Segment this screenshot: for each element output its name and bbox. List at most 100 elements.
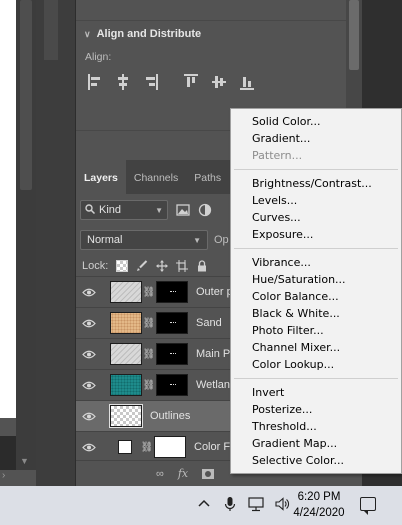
menu-separator [234, 378, 398, 379]
layer-name[interactable]: Wetlan [196, 379, 230, 391]
align-horizontal-centers-icon[interactable] [116, 74, 130, 90]
layer-thumbnail[interactable] [110, 312, 142, 334]
menu-item[interactable]: Curves... [252, 211, 301, 224]
align-buttons [88, 74, 254, 90]
layer-name[interactable]: Outer p [196, 286, 233, 298]
link-chain-icon[interactable]: ⛓ [140, 442, 154, 453]
network-icon[interactable] [248, 496, 264, 512]
lock-all-icon[interactable] [196, 260, 208, 272]
menu-item[interactable]: Hue/Saturation... [252, 273, 346, 286]
filter-kind-value: Kind [99, 204, 122, 216]
lock-label: Lock: [82, 260, 109, 272]
notification-icon[interactable] [360, 497, 376, 515]
lock-transparent-pixels-icon[interactable] [116, 260, 129, 272]
blend-mode-select[interactable]: Normal ▼ [80, 230, 208, 250]
eye-icon[interactable] [76, 288, 102, 297]
layer-filter-row: Kind ▼ [80, 200, 212, 220]
menu-item[interactable]: Brightness/Contrast... [252, 177, 372, 190]
menu-item[interactable]: Gradient Map... [252, 437, 337, 450]
align-vertical-centers-icon[interactable] [212, 74, 226, 90]
fx-icon[interactable]: fx [178, 467, 188, 480]
layer-name[interactable]: Sand [196, 317, 222, 329]
menu-item[interactable]: Photo Filter... [252, 324, 324, 337]
layer-thumbnail[interactable] [109, 404, 143, 428]
add-mask-icon[interactable] [202, 468, 215, 479]
eye-icon[interactable] [76, 350, 102, 359]
menu-item[interactable]: Color Balance... [252, 290, 339, 303]
chevron-right-icon[interactable]: › [2, 470, 18, 481]
adjustment-filter-icon[interactable] [198, 203, 212, 217]
menu-item[interactable]: Gradient... [252, 132, 310, 145]
menu-item[interactable]: Channel Mixer... [252, 341, 340, 354]
layer-thumbnail[interactable] [110, 374, 142, 396]
menu-separator [234, 248, 398, 249]
canvas-vertical-scrollbar[interactable]: ▼ [16, 0, 36, 470]
clock-date: 4/24/2020 [293, 507, 345, 519]
layer-thumbnail[interactable] [110, 343, 142, 365]
chevron-down-icon[interactable]: ∨ [84, 29, 91, 40]
scrollbar-thumb[interactable] [349, 0, 359, 70]
chevron-down-icon: ▼ [155, 205, 163, 215]
filter-kind-select[interactable]: Kind ▼ [80, 200, 168, 220]
scrollbar-thumb[interactable] [20, 0, 32, 190]
layer-mask-thumbnail[interactable] [156, 343, 188, 365]
panel-gutter [36, 0, 76, 486]
scroll-down-arrow-icon[interactable]: ▼ [20, 456, 29, 466]
eye-icon[interactable] [76, 319, 102, 328]
system-tray [196, 496, 290, 512]
eye-icon[interactable] [76, 412, 102, 421]
blend-row: Normal ▼ Op [80, 230, 229, 250]
menu-item[interactable]: Solid Color... [252, 115, 321, 128]
canvas-area[interactable] [0, 0, 16, 418]
layer-name[interactable]: Color Fi [194, 441, 233, 453]
pixel-filter-icon[interactable] [176, 203, 190, 217]
opacity-label: Op [214, 234, 229, 246]
adjustment-layer-menu: Solid Color... Gradient... Pattern... Brigh… [230, 108, 402, 474]
lock-artboard-icon[interactable] [176, 260, 189, 272]
menu-item[interactable]: Black & White... [252, 307, 340, 320]
lock-position-icon[interactable] [156, 260, 169, 272]
align-left-edges-icon[interactable] [88, 74, 102, 90]
align-top-edges-icon[interactable] [184, 74, 198, 90]
link-chain-icon[interactable]: ⛓ [142, 349, 156, 360]
menu-item[interactable]: Color Lookup... [252, 358, 334, 371]
search-icon [85, 203, 96, 217]
eye-icon[interactable] [76, 381, 102, 390]
layer-thumbnail[interactable] [118, 440, 132, 454]
layer-name[interactable]: Main P [196, 348, 230, 360]
layer-mask-thumbnail[interactable] [156, 374, 188, 396]
canvas-dark-edge [0, 436, 16, 470]
layer-name[interactable]: Outlines [150, 410, 190, 422]
lock-image-pixels-icon[interactable] [136, 260, 148, 272]
chevron-up-icon[interactable] [196, 496, 212, 512]
align-bottom-edges-icon[interactable] [240, 74, 254, 90]
tab-paths[interactable]: Paths [186, 160, 229, 194]
layer-mask-thumbnail[interactable] [156, 281, 188, 303]
divider [76, 20, 346, 21]
tab-layers[interactable]: Layers [76, 160, 126, 194]
link-chain-icon[interactable]: ⛓ [142, 287, 156, 298]
menu-item[interactable]: Posterize... [252, 403, 312, 416]
link-chain-icon[interactable]: ⛓ [142, 380, 156, 391]
menu-item[interactable]: Vibrance... [252, 256, 311, 269]
system-clock[interactable]: 6:20 PM 4/24/2020 [288, 489, 350, 521]
menu-separator [234, 169, 398, 170]
align-label: Align: [85, 51, 112, 63]
link-layers-icon[interactable]: ∞ [156, 468, 164, 480]
tab-channels[interactable]: Channels [126, 160, 186, 194]
align-distribute-title: Align and Distribute [96, 28, 202, 40]
align-right-edges-icon[interactable] [144, 74, 158, 90]
layer-mask-thumbnail[interactable] [156, 312, 188, 334]
menu-item[interactable]: Invert [252, 386, 284, 399]
microphone-icon[interactable] [222, 496, 238, 512]
lock-row: Lock: [82, 260, 208, 272]
layer-thumbnail[interactable] [110, 281, 142, 303]
link-chain-icon[interactable]: ⛓ [142, 318, 156, 329]
menu-item[interactable]: Threshold... [252, 420, 317, 433]
eye-icon[interactable] [76, 443, 102, 452]
layer-mask-thumbnail[interactable] [154, 436, 186, 458]
menu-item[interactable]: Selective Color... [252, 454, 344, 467]
align-distribute-header[interactable]: ∨ Align and Distribute [84, 28, 201, 40]
menu-item[interactable]: Exposure... [252, 228, 313, 241]
menu-item[interactable]: Levels... [252, 194, 297, 207]
